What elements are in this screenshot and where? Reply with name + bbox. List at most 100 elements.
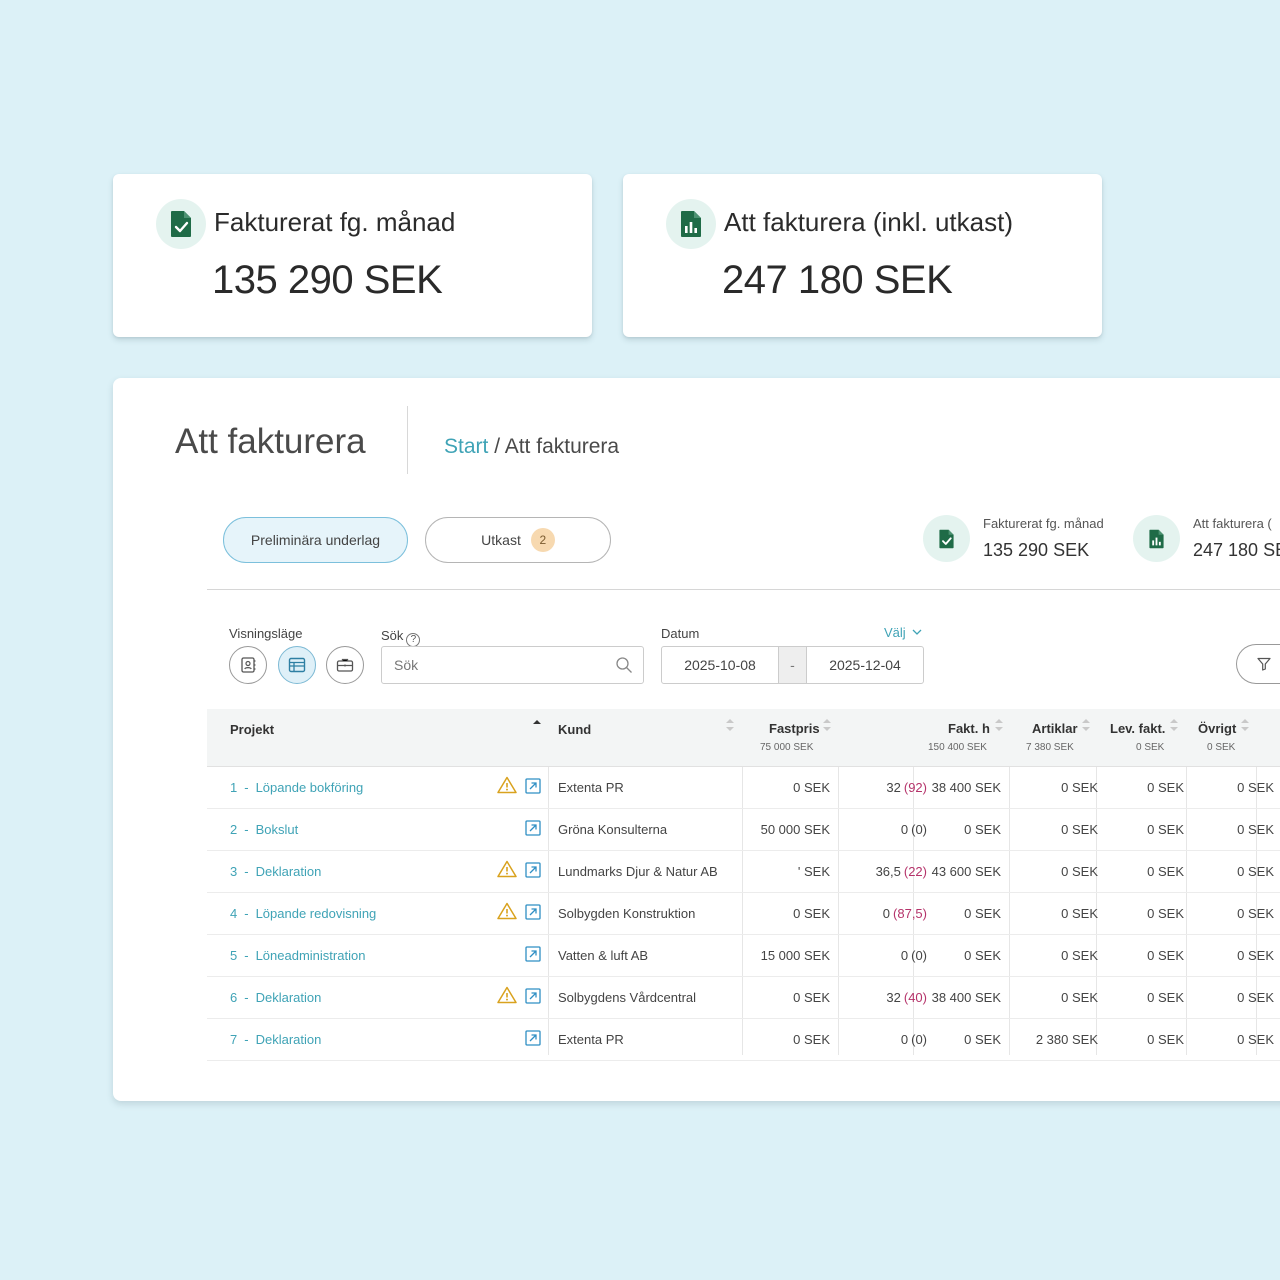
articles-value: 2 380 SEK: [1035, 1032, 1098, 1047]
sort-asc-icon[interactable]: [532, 717, 542, 733]
other-value: 0 SEK: [1237, 906, 1274, 921]
open-external-icon[interactable]: [525, 904, 541, 925]
open-external-icon[interactable]: [525, 862, 541, 883]
hours-reported: (40): [903, 990, 927, 1005]
date-label: Datum: [661, 626, 700, 641]
date-from-input[interactable]: 2025-10-08: [662, 647, 778, 683]
table-header: Projekt Kund Fastpris 75 000 SEK Fakt. h…: [207, 709, 1280, 767]
open-external-icon[interactable]: [525, 820, 541, 841]
chevron-down-icon: [912, 629, 922, 635]
view-mode-label: Visningsläge: [229, 626, 303, 641]
invoice-chart-icon: [1133, 515, 1180, 562]
search-field[interactable]: [381, 646, 644, 684]
project-link[interactable]: 5- Löneadministration: [230, 935, 365, 976]
invoice-check-icon: [923, 515, 970, 562]
sort-icon[interactable]: [725, 717, 735, 733]
search-icon[interactable]: [615, 656, 633, 674]
help-icon[interactable]: ?: [406, 632, 421, 647]
sort-icon[interactable]: [822, 717, 832, 733]
open-external-icon[interactable]: [525, 778, 541, 799]
breadcrumb-start-link[interactable]: Start: [444, 435, 488, 458]
table-row[interactable]: 1- Löpande bokföring Extenta PR 0 SEK 32 (92)…: [207, 767, 1280, 809]
warning-icon: [497, 776, 517, 799]
count-badge: 2: [530, 528, 555, 552]
column-header-artiklar[interactable]: Artiklar: [1032, 721, 1078, 736]
project-link[interactable]: 2- Bokslut: [230, 809, 298, 850]
table-row[interactable]: 6- Deklaration Solbygdens Vårdcentral 0 SEK…: [207, 977, 1280, 1019]
customer-name: Lundmarks Djur & Natur AB: [558, 864, 718, 879]
fixed-price-value: 0 SEK: [793, 906, 830, 921]
project-link[interactable]: 1- Löpande bokföring: [230, 767, 363, 808]
hours-billed: 0: [882, 906, 891, 921]
view-table-button[interactable]: [278, 646, 316, 684]
column-header-ovrigt[interactable]: Övrigt: [1198, 721, 1236, 736]
project-separator: -: [244, 906, 249, 921]
sort-icon[interactable]: [1169, 717, 1179, 733]
date-preset-label: Välj: [884, 625, 906, 640]
project-separator: -: [244, 864, 249, 879]
project-number: 3: [230, 864, 238, 879]
open-external-icon[interactable]: [525, 946, 541, 967]
summary-card-to-invoice: Att fakturera (inkl. utkast) 247 180 SEK: [623, 174, 1102, 337]
sort-icon[interactable]: [1240, 717, 1250, 733]
supplier-invoice-value: 0 SEK: [1147, 1032, 1184, 1047]
invoice-check-icon: [156, 199, 206, 249]
hours-value: 32 (92): [837, 767, 927, 808]
hours-reported: (22): [903, 864, 927, 879]
summary-card-value: 135 290 SEK: [212, 258, 443, 302]
hours-reported: (0): [911, 1032, 927, 1047]
open-external-icon[interactable]: [525, 988, 541, 1009]
supplier-invoice-value: 0 SEK: [1147, 864, 1184, 879]
project-link[interactable]: 3- Deklaration: [230, 851, 321, 892]
table-row[interactable]: 3- Deklaration Lundmarks Djur & Natur AB ' …: [207, 851, 1280, 893]
date-range-separator: -: [778, 647, 807, 683]
column-header-fastpris[interactable]: Fastpris: [769, 721, 820, 736]
supplier-invoice-value: 0 SEK: [1147, 990, 1184, 1005]
column-header-fakt-h[interactable]: Fakt. h: [948, 721, 990, 736]
breadcrumb-separator: /: [488, 435, 505, 458]
date-preset-dropdown[interactable]: Välj: [884, 625, 922, 640]
column-header-lev-fakt[interactable]: Lev. fakt.: [1110, 721, 1165, 736]
date-to-input[interactable]: 2025-12-04: [807, 647, 923, 683]
articles-value: 0 SEK: [1061, 864, 1098, 879]
table-row[interactable]: 7- Deklaration Extenta PR 0 SEK 0 (0) 0 SEK 2 3…: [207, 1019, 1280, 1061]
search-input[interactable]: [382, 647, 602, 683]
other-value: 0 SEK: [1237, 780, 1274, 795]
project-name: Löpande redovisning: [255, 906, 377, 921]
filter-button[interactable]: [1236, 644, 1280, 684]
view-briefcase-button[interactable]: [326, 646, 364, 684]
project-link[interactable]: 6- Deklaration: [230, 977, 321, 1018]
table-row[interactable]: 5- Löneadministration Vatten & luft AB 15 0…: [207, 935, 1280, 977]
project-name: Bokslut: [255, 822, 299, 837]
table-row[interactable]: 2- Bokslut Gröna Konsulterna 50 000 SEK 0 (0)…: [207, 809, 1280, 851]
tab-preliminary[interactable]: Preliminära underlag: [223, 517, 408, 563]
view-contacts-button[interactable]: [229, 646, 267, 684]
warning-icon: [497, 986, 517, 1009]
invoiced-hours-value: 38 400 SEK: [931, 780, 1001, 795]
customer-name: Extenta PR: [558, 780, 624, 795]
mini-stat-value: 135 290 SEK: [983, 540, 1090, 560]
tab-drafts[interactable]: Utkast 2: [425, 517, 611, 563]
table-icon: [288, 657, 306, 673]
sort-icon[interactable]: [994, 717, 1004, 733]
column-header-projekt[interactable]: Projekt: [230, 722, 274, 737]
fixed-price-value: 50 000 SEK: [760, 822, 830, 837]
title-divider: [407, 406, 408, 474]
open-external-icon[interactable]: [525, 1030, 541, 1051]
hours-reported: (92): [903, 780, 927, 795]
supplier-invoice-value: 0 SEK: [1147, 780, 1184, 795]
other-value: 0 SEK: [1237, 1032, 1274, 1047]
hours-value: 32 (40): [837, 977, 927, 1018]
main-panel: Att fakturera Start / Att fakturera Prel…: [113, 378, 1280, 1101]
invoiced-hours-value: 0 SEK: [964, 906, 1001, 921]
articles-value: 0 SEK: [1061, 780, 1098, 795]
articles-value: 0 SEK: [1061, 990, 1098, 1005]
column-header-kund[interactable]: Kund: [558, 722, 591, 737]
project-name: Löpande bokföring: [255, 780, 364, 795]
hours-billed: 0: [900, 948, 909, 963]
sort-icon[interactable]: [1081, 717, 1091, 733]
project-link[interactable]: 7- Deklaration: [230, 1019, 321, 1060]
table-row[interactable]: 4- Löpande redovisning Solbygden Konstrukt…: [207, 893, 1280, 935]
invoiced-hours-value: 38 400 SEK: [931, 990, 1001, 1005]
project-link[interactable]: 4- Löpande redovisning: [230, 893, 376, 934]
